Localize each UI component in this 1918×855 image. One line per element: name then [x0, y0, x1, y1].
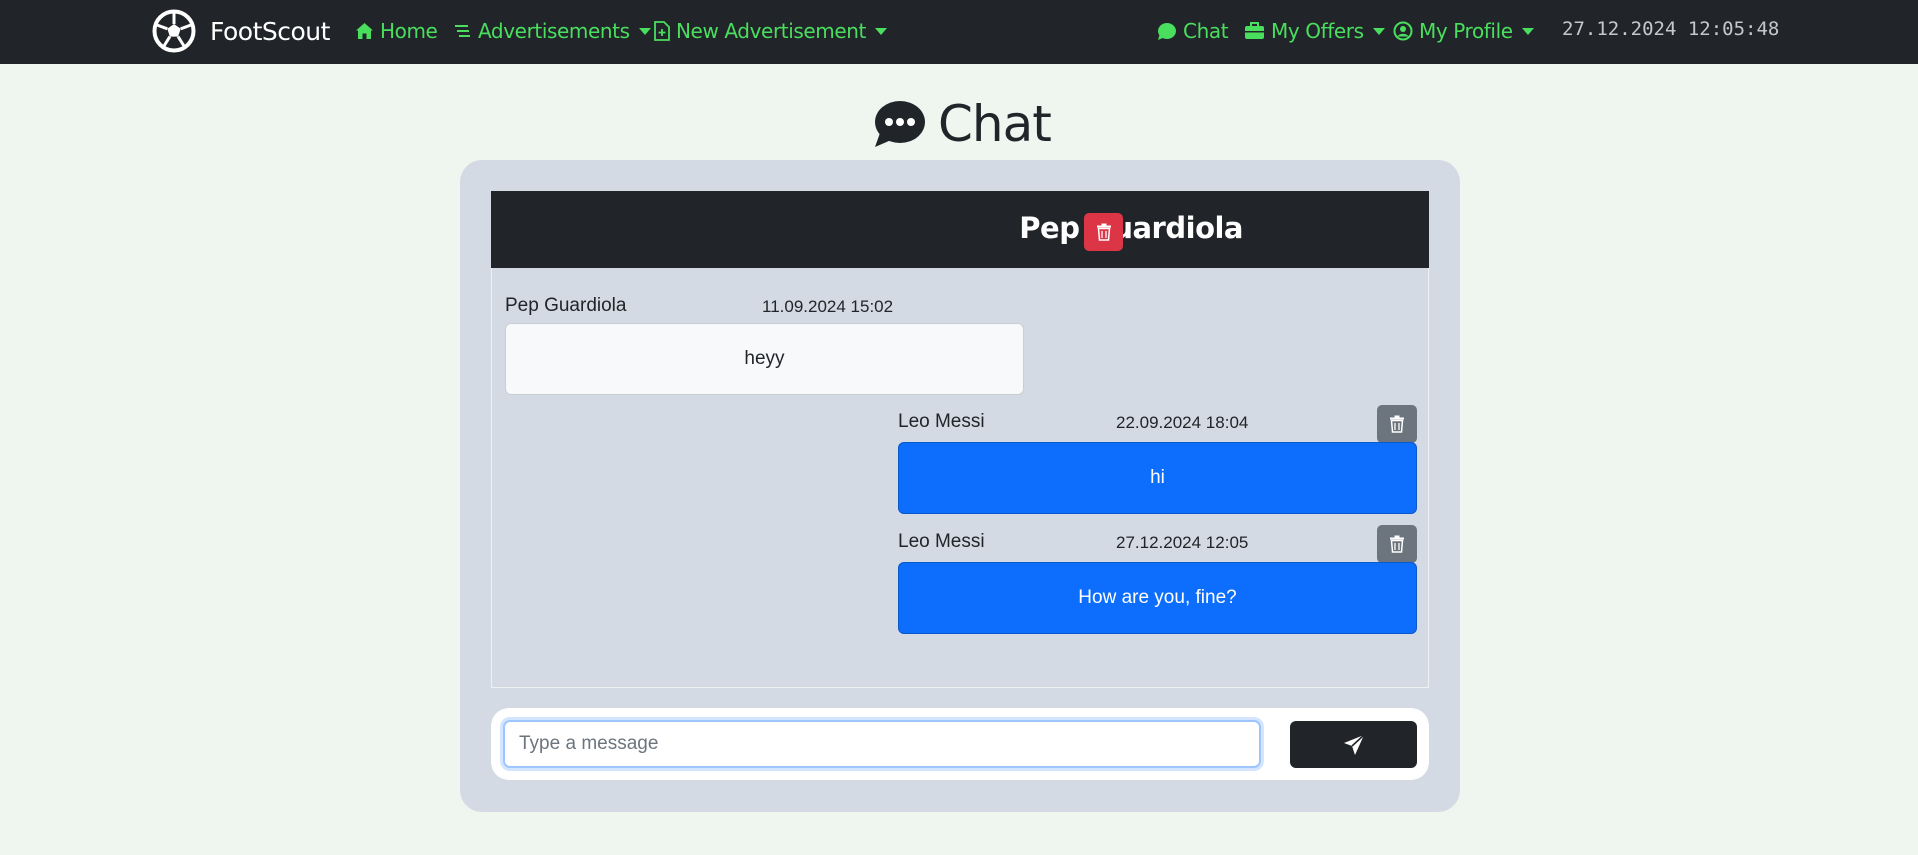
message-input[interactable] [503, 720, 1261, 768]
message-sender: Leo Messi [898, 411, 985, 432]
caret-down-icon [638, 27, 651, 35]
message-bubble-outgoing: How are you, fine? [898, 562, 1417, 634]
nav-chat-label: Chat [1183, 19, 1229, 43]
delete-message-button[interactable] [1377, 525, 1417, 563]
message-sender: Leo Messi [898, 531, 985, 552]
nav-my-profile-label: My Profile [1419, 19, 1513, 43]
nav-new-advertisement-label: New Advertisement [676, 19, 866, 43]
message-bubble-outgoing: hi [898, 442, 1417, 514]
nav-my-profile[interactable]: My Profile [1393, 17, 1534, 45]
soccer-ball-icon [152, 9, 196, 53]
trash-icon [1390, 415, 1404, 433]
page-title-text: Chat [938, 95, 1052, 153]
send-button[interactable] [1290, 721, 1417, 768]
house-icon [356, 23, 373, 39]
nav-advertisements-label: Advertisements [478, 19, 630, 43]
nav-my-offers[interactable]: My Offers [1244, 17, 1385, 45]
nav-advertisements[interactable]: Advertisements [454, 17, 651, 45]
message-sender: Pep Guardiola [505, 295, 627, 316]
message-composer [491, 708, 1429, 780]
message-time: 22.09.2024 18:04 [1116, 413, 1249, 432]
nav-home[interactable]: Home [355, 17, 438, 45]
briefcase-icon [1245, 22, 1264, 39]
person-circle-icon [1393, 21, 1413, 41]
message-list[interactable]: Pep Guardiola 11.09.2024 15:02 heyy Leo … [491, 268, 1429, 688]
nav-chat[interactable]: Chat [1157, 17, 1229, 45]
file-plus-icon [654, 21, 670, 41]
nav-my-offers-label: My Offers [1271, 19, 1364, 43]
nav-home-label: Home [380, 19, 438, 43]
list-icon [455, 25, 470, 37]
send-icon [1343, 733, 1365, 755]
caret-down-icon [875, 27, 887, 35]
brand-link[interactable]: FootScout [152, 8, 330, 54]
message-bubble-incoming: heyy [505, 323, 1024, 395]
nav-new-advertisement[interactable]: New Advertisement [654, 17, 887, 45]
chat-card: Pep Guardiola Pep Guardiola 11.09.2024 1… [460, 160, 1460, 812]
trash-icon [1390, 535, 1404, 553]
chat-partner-name: Pep Guardiola [1019, 211, 1243, 245]
message-time: 27.12.2024 12:05 [1116, 533, 1249, 552]
chat-header: Pep Guardiola [491, 191, 1429, 268]
caret-down-icon [1372, 27, 1385, 35]
trash-icon [1096, 223, 1111, 241]
caret-down-icon [1521, 27, 1534, 35]
message-time: 11.09.2024 15:02 [762, 297, 894, 316]
chat-icon [1158, 22, 1176, 40]
delete-message-button[interactable] [1377, 405, 1417, 443]
delete-chat-button[interactable] [1084, 213, 1123, 251]
live-clock: 27.12.2024 12:05:48 [1562, 18, 1780, 40]
page-title: Chat [872, 94, 1052, 154]
chat-dots-icon [875, 101, 925, 147]
brand-name: FootScout [210, 16, 330, 46]
top-navbar: FootScout Home Advertisements New Advert… [0, 0, 1918, 64]
